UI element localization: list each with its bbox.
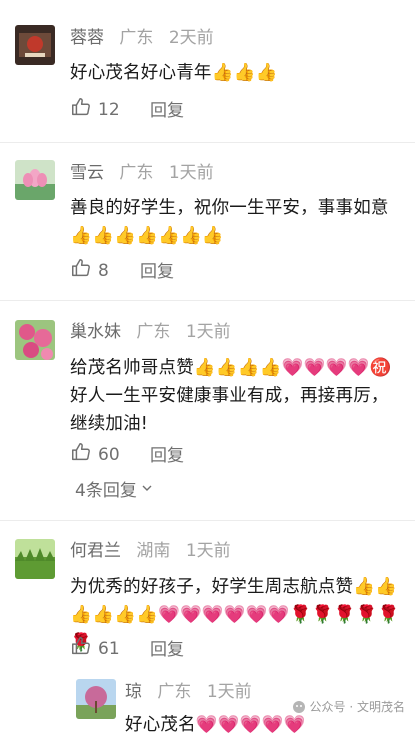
author-location: 广东 bbox=[119, 163, 154, 183]
thumbs-up-icon bbox=[70, 635, 92, 662]
comment-text: 给茂名帅哥点赞👍👍👍👍💗💗💗💗㊗️好人一生平安健康事业有成，再接再厉，继续加油! bbox=[70, 358, 392, 434]
thumbs-up-icon bbox=[70, 257, 92, 284]
wechat-account-icon bbox=[292, 700, 306, 714]
comment-text: 好心茂名好心青年👍👍👍 bbox=[70, 63, 278, 83]
author-name[interactable]: 何君兰 bbox=[70, 541, 121, 561]
watermark: 公众号 · 文明茂名 bbox=[292, 698, 405, 715]
comment-time: 1天前 bbox=[168, 163, 214, 183]
author-location: 广东 bbox=[136, 322, 171, 342]
reply-button[interactable]: 回复 bbox=[150, 635, 184, 660]
author-location: 广东 bbox=[157, 682, 192, 702]
author-location: 广东 bbox=[119, 28, 154, 48]
author-name[interactable]: 巢水妹 bbox=[70, 322, 121, 342]
comment-time: 1天前 bbox=[206, 682, 252, 702]
like-count: 61 bbox=[98, 638, 120, 659]
comment-actions: 61 回复 bbox=[70, 635, 270, 662]
comment-time: 1天前 bbox=[185, 322, 231, 342]
comment-time: 1天前 bbox=[185, 541, 231, 561]
avatar[interactable] bbox=[76, 679, 116, 719]
comment-meta: 巢水妹 广东 1天前 bbox=[70, 321, 231, 343]
avatar[interactable] bbox=[15, 539, 55, 579]
reply-button[interactable]: 回复 bbox=[150, 441, 184, 466]
comment-actions: 8 回复 bbox=[70, 257, 270, 284]
comment-actions: 12 回复 bbox=[70, 96, 270, 123]
comment-text: 善良的好学生，祝你一生平安，事事如意👍👍👍👍👍👍👍 bbox=[70, 198, 389, 246]
author-name[interactable]: 蓉蓉 bbox=[70, 28, 104, 48]
divider bbox=[0, 300, 415, 301]
avatar[interactable] bbox=[15, 25, 55, 65]
divider bbox=[0, 520, 415, 521]
comment-meta: 蓉蓉 广东 2天前 bbox=[70, 27, 214, 49]
comment-time: 2天前 bbox=[168, 28, 214, 48]
thumbs-up-icon bbox=[70, 441, 92, 468]
like-count: 8 bbox=[98, 260, 109, 281]
like-button[interactable]: 61 bbox=[70, 635, 120, 662]
avatar[interactable] bbox=[15, 160, 55, 200]
like-button[interactable]: 60 bbox=[70, 441, 120, 468]
divider bbox=[0, 142, 415, 143]
comment-text: 好心茂名💗💗💗💗💗 bbox=[125, 715, 306, 735]
author-name[interactable]: 琼 bbox=[125, 682, 142, 702]
comment-actions: 60 回复 bbox=[70, 441, 270, 468]
reply-button[interactable]: 回复 bbox=[140, 257, 174, 282]
comment-meta: 何君兰 湖南 1天前 bbox=[70, 540, 231, 562]
comment-meta: 琼 广东 1天前 bbox=[125, 681, 252, 703]
like-count: 60 bbox=[98, 444, 120, 465]
view-more-replies-button[interactable]: 4条回复 bbox=[75, 476, 153, 501]
like-count: 12 bbox=[98, 99, 120, 120]
reply-button[interactable]: 回复 bbox=[150, 96, 184, 121]
comment-meta: 雪云 广东 1天前 bbox=[70, 162, 214, 184]
like-button[interactable]: 8 bbox=[70, 257, 109, 284]
chevron-down-icon bbox=[137, 479, 153, 499]
like-button[interactable]: 12 bbox=[70, 96, 120, 123]
avatar[interactable] bbox=[15, 320, 55, 360]
thumbs-up-icon bbox=[70, 96, 92, 123]
author-location: 湖南 bbox=[136, 541, 171, 561]
watermark-text: 公众号 · 文明茂名 bbox=[309, 700, 405, 714]
more-replies-label: 4条回复 bbox=[75, 481, 137, 501]
author-name[interactable]: 雪云 bbox=[70, 163, 104, 183]
